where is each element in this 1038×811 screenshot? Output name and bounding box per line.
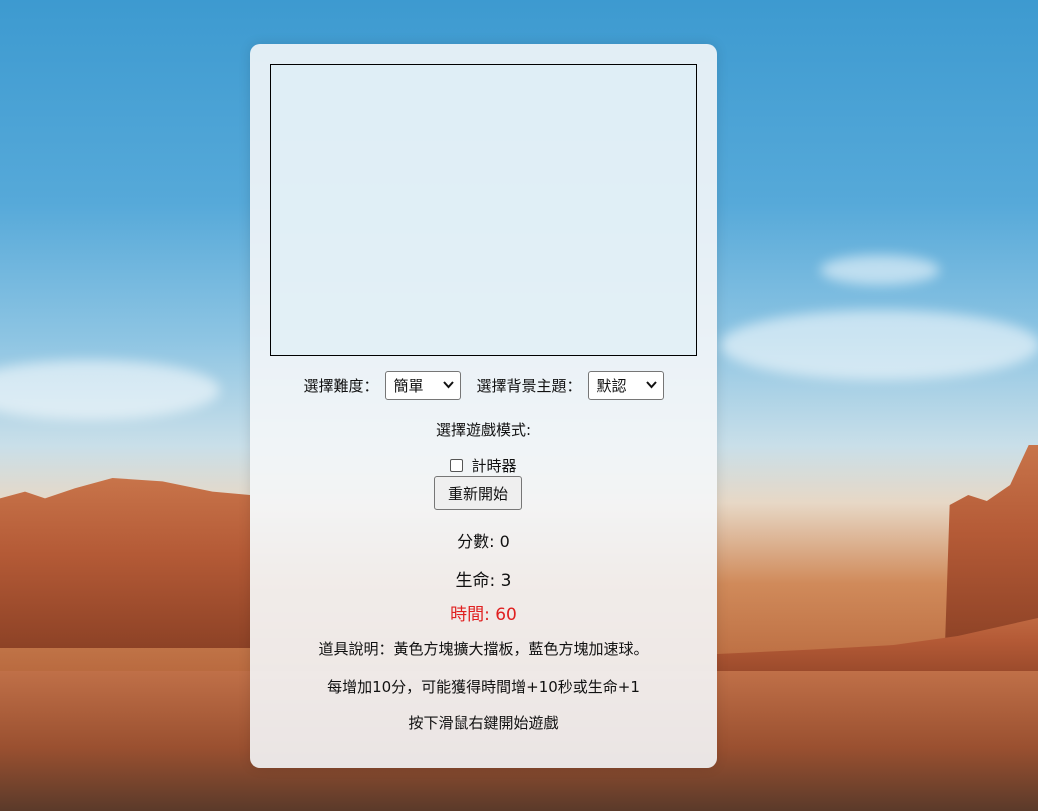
mesa-rock [0,478,250,648]
difficulty-select[interactable]: 簡單 [384,371,461,400]
restart-button[interactable]: 重新開始 [434,476,522,510]
theme-select-value: 默認 [596,377,627,395]
timer-checkbox[interactable] [450,459,464,472]
time-display: 時間: 60 [450,605,517,625]
start-hint: 按下滑鼠右鍵開始遊戲 [408,714,559,732]
timer-checkbox-label[interactable]: 計時器 [471,455,516,476]
score-display: 分數: 0 [457,532,510,551]
items-description: 道具說明：黃色方塊擴大擋板，藍色方塊加速球。 [318,640,649,658]
timer-option: 計時器 [250,455,717,476]
bonus-description: 每增加10分，可能獲得時間增+10秒或生命+1 [327,678,640,696]
theme-select[interactable]: 默認 [587,371,664,400]
game-mode-label: 選擇遊戲模式: [435,421,532,439]
theme-label: 選擇背景主題： [476,377,582,395]
settings-row: 選擇難度： 簡單 選擇背景主題： 默認 [250,370,717,401]
game-canvas[interactable] [270,64,697,356]
cloud [0,360,220,420]
lives-display: 生命: 3 [455,571,512,591]
cloud [820,255,940,285]
chevron-down-icon [645,379,657,392]
mesa-rock [945,445,1038,645]
difficulty-select-value: 簡單 [393,377,424,395]
difficulty-label: 選擇難度： [303,377,379,395]
game-panel: 選擇難度： 簡單 選擇背景主題： 默認 選擇遊戲模式: 計時器 重新開始 分數:… [250,44,717,768]
chevron-down-icon [442,379,454,392]
cloud [720,310,1038,380]
